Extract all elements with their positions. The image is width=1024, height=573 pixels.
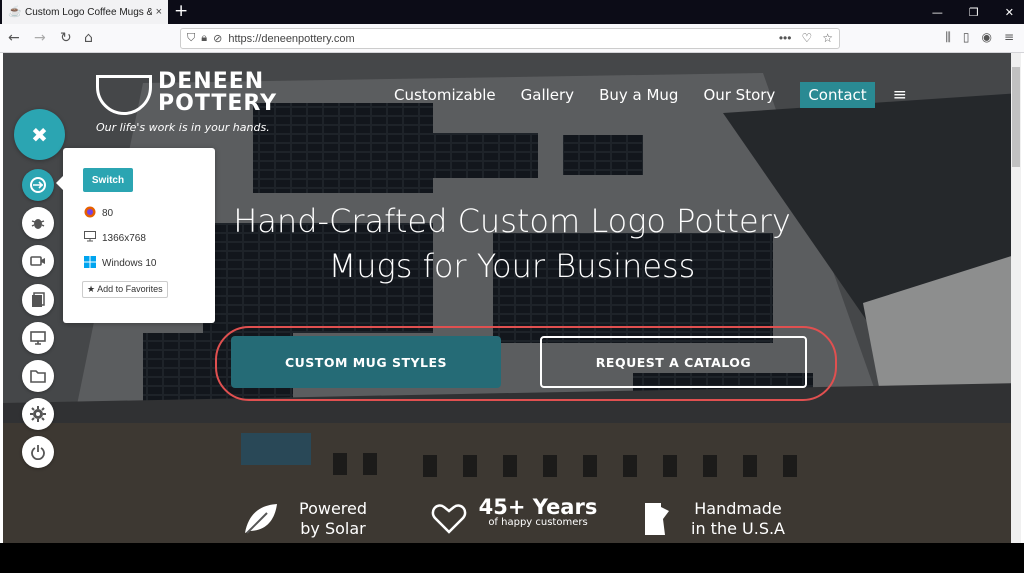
minimize-button[interactable]: — [932,6,943,19]
feature-solar: Powered by Solar [288,499,378,539]
url-text[interactable]: https://deneenpottery.com [228,33,354,45]
feature-handmade-line2: in the U.S.A [691,519,785,538]
new-tab-button[interactable]: + [174,1,188,21]
feature-years: 45+ Years of happy customers [475,495,601,529]
screenshot-icon[interactable] [22,284,54,316]
home-icon[interactable]: ⌂ [84,29,93,47]
browser-tab-bar: ☕ Custom Logo Coffee Mugs & H × + — ❐ ✕ [0,0,1024,24]
nav-our-story[interactable]: Our Story [703,86,775,104]
tracking-icon[interactable]: ⊘ [213,32,222,45]
back-icon[interactable]: ← [8,29,20,47]
os-row: Windows 10 [83,256,156,271]
feature-handmade: Handmade in the U.S.A [683,499,793,539]
bookmark-star-icon[interactable]: ☆ [822,31,833,45]
feature-years-line1: 45+ Years [478,495,598,519]
feature-solar-line1: Powered [298,499,368,518]
heart-icon [431,504,467,534]
library-icon[interactable]: ⫼ [945,30,951,45]
menu-icon[interactable]: ≡ [1004,30,1014,45]
address-bar[interactable]: ⛉ 🔒︎ ⊘ https://deneenpottery.com ••• ♡ ☆ [180,28,840,49]
hamburger-menu-icon[interactable]: ≡ [893,85,907,105]
browser-tab[interactable]: ☕ Custom Logo Coffee Mugs & H × [2,0,168,24]
lock-icon[interactable]: 🔒︎ [201,32,207,45]
browser-version: 80 [102,208,114,219]
switch-button[interactable]: Switch [83,168,133,192]
monitor-icon[interactable] [22,322,54,354]
star-icon: ★ [87,284,96,294]
resolution-row: 1366x768 [83,231,146,245]
feature-years-line2: of happy customers [488,517,588,528]
os-value: Windows 10 [102,258,157,269]
add-to-favorites-button[interactable]: ★ Add to Favorites [82,281,168,298]
power-icon[interactable] [22,436,54,468]
nav-buy-a-mug[interactable]: Buy a Mug [599,86,678,104]
tab-title: Custom Logo Coffee Mugs & H [25,6,152,18]
switch-browser-icon[interactable] [22,169,54,201]
site-favicon-icon: ☕ [8,6,22,18]
tagline: Our life's work is in your hands. [96,121,270,134]
shield-icon[interactable]: ⛉ [187,32,195,45]
nav-gallery[interactable]: Gallery [521,86,574,104]
tab-close-icon[interactable]: × [156,6,162,18]
nav-customizable[interactable]: Customizable [394,86,496,104]
site-nav: Customizable Gallery Buy a Mug Our Story… [394,82,907,108]
brand-line-2: POTTERY [158,91,278,116]
logo-brand: DENEEN POTTERY [158,71,277,115]
monitor-small-icon [83,231,96,245]
firefox-icon [83,206,96,221]
brand-line-1: DENEEN [158,69,265,94]
bottom-bar [0,543,1024,573]
browser-switch-panel: Switch 80 1366x768 Windows 10 ★ Add to F… [56,148,215,323]
video-icon[interactable] [22,245,54,277]
maximize-button[interactable]: ❐ [969,6,979,19]
pocket-icon[interactable]: ♡ [801,31,812,45]
resolution-value: 1366x768 [102,232,146,244]
browser-version-row: 80 [83,206,113,221]
windows-icon [83,256,96,271]
sidebar-icon[interactable]: ▯ [963,30,970,45]
folder-icon[interactable] [22,360,54,392]
window-close-button[interactable]: ✕ [1005,6,1014,19]
scrollbar-thumb[interactable] [1012,67,1020,167]
settings-gear-icon[interactable] [22,398,54,430]
custom-mug-styles-button[interactable]: CUSTOM MUG STYLES [231,336,501,388]
request-catalog-button[interactable]: REQUEST A CATALOG [540,336,807,388]
browser-nav-bar: ← → ↻ ⌂ ⛉ 🔒︎ ⊘ https://deneenpottery.com… [0,24,1024,53]
forward-icon[interactable]: → [34,29,46,47]
minnesota-icon [645,503,669,535]
add-to-favorites-label: Add to Favorites [97,284,163,294]
leaf-icon [245,504,277,534]
bug-icon[interactable] [22,207,54,239]
account-icon[interactable]: ◉ [981,30,991,45]
reload-icon[interactable]: ↻ [60,29,72,47]
page-scrollbar[interactable] [1011,53,1021,543]
feature-handmade-line1: Handmade [694,499,782,518]
nav-contact[interactable]: Contact [800,82,875,108]
page-actions-icon[interactable]: ••• [779,31,792,45]
close-toolbar-button[interactable]: ✖ [14,109,65,160]
feature-solar-line2: by Solar [300,519,366,538]
